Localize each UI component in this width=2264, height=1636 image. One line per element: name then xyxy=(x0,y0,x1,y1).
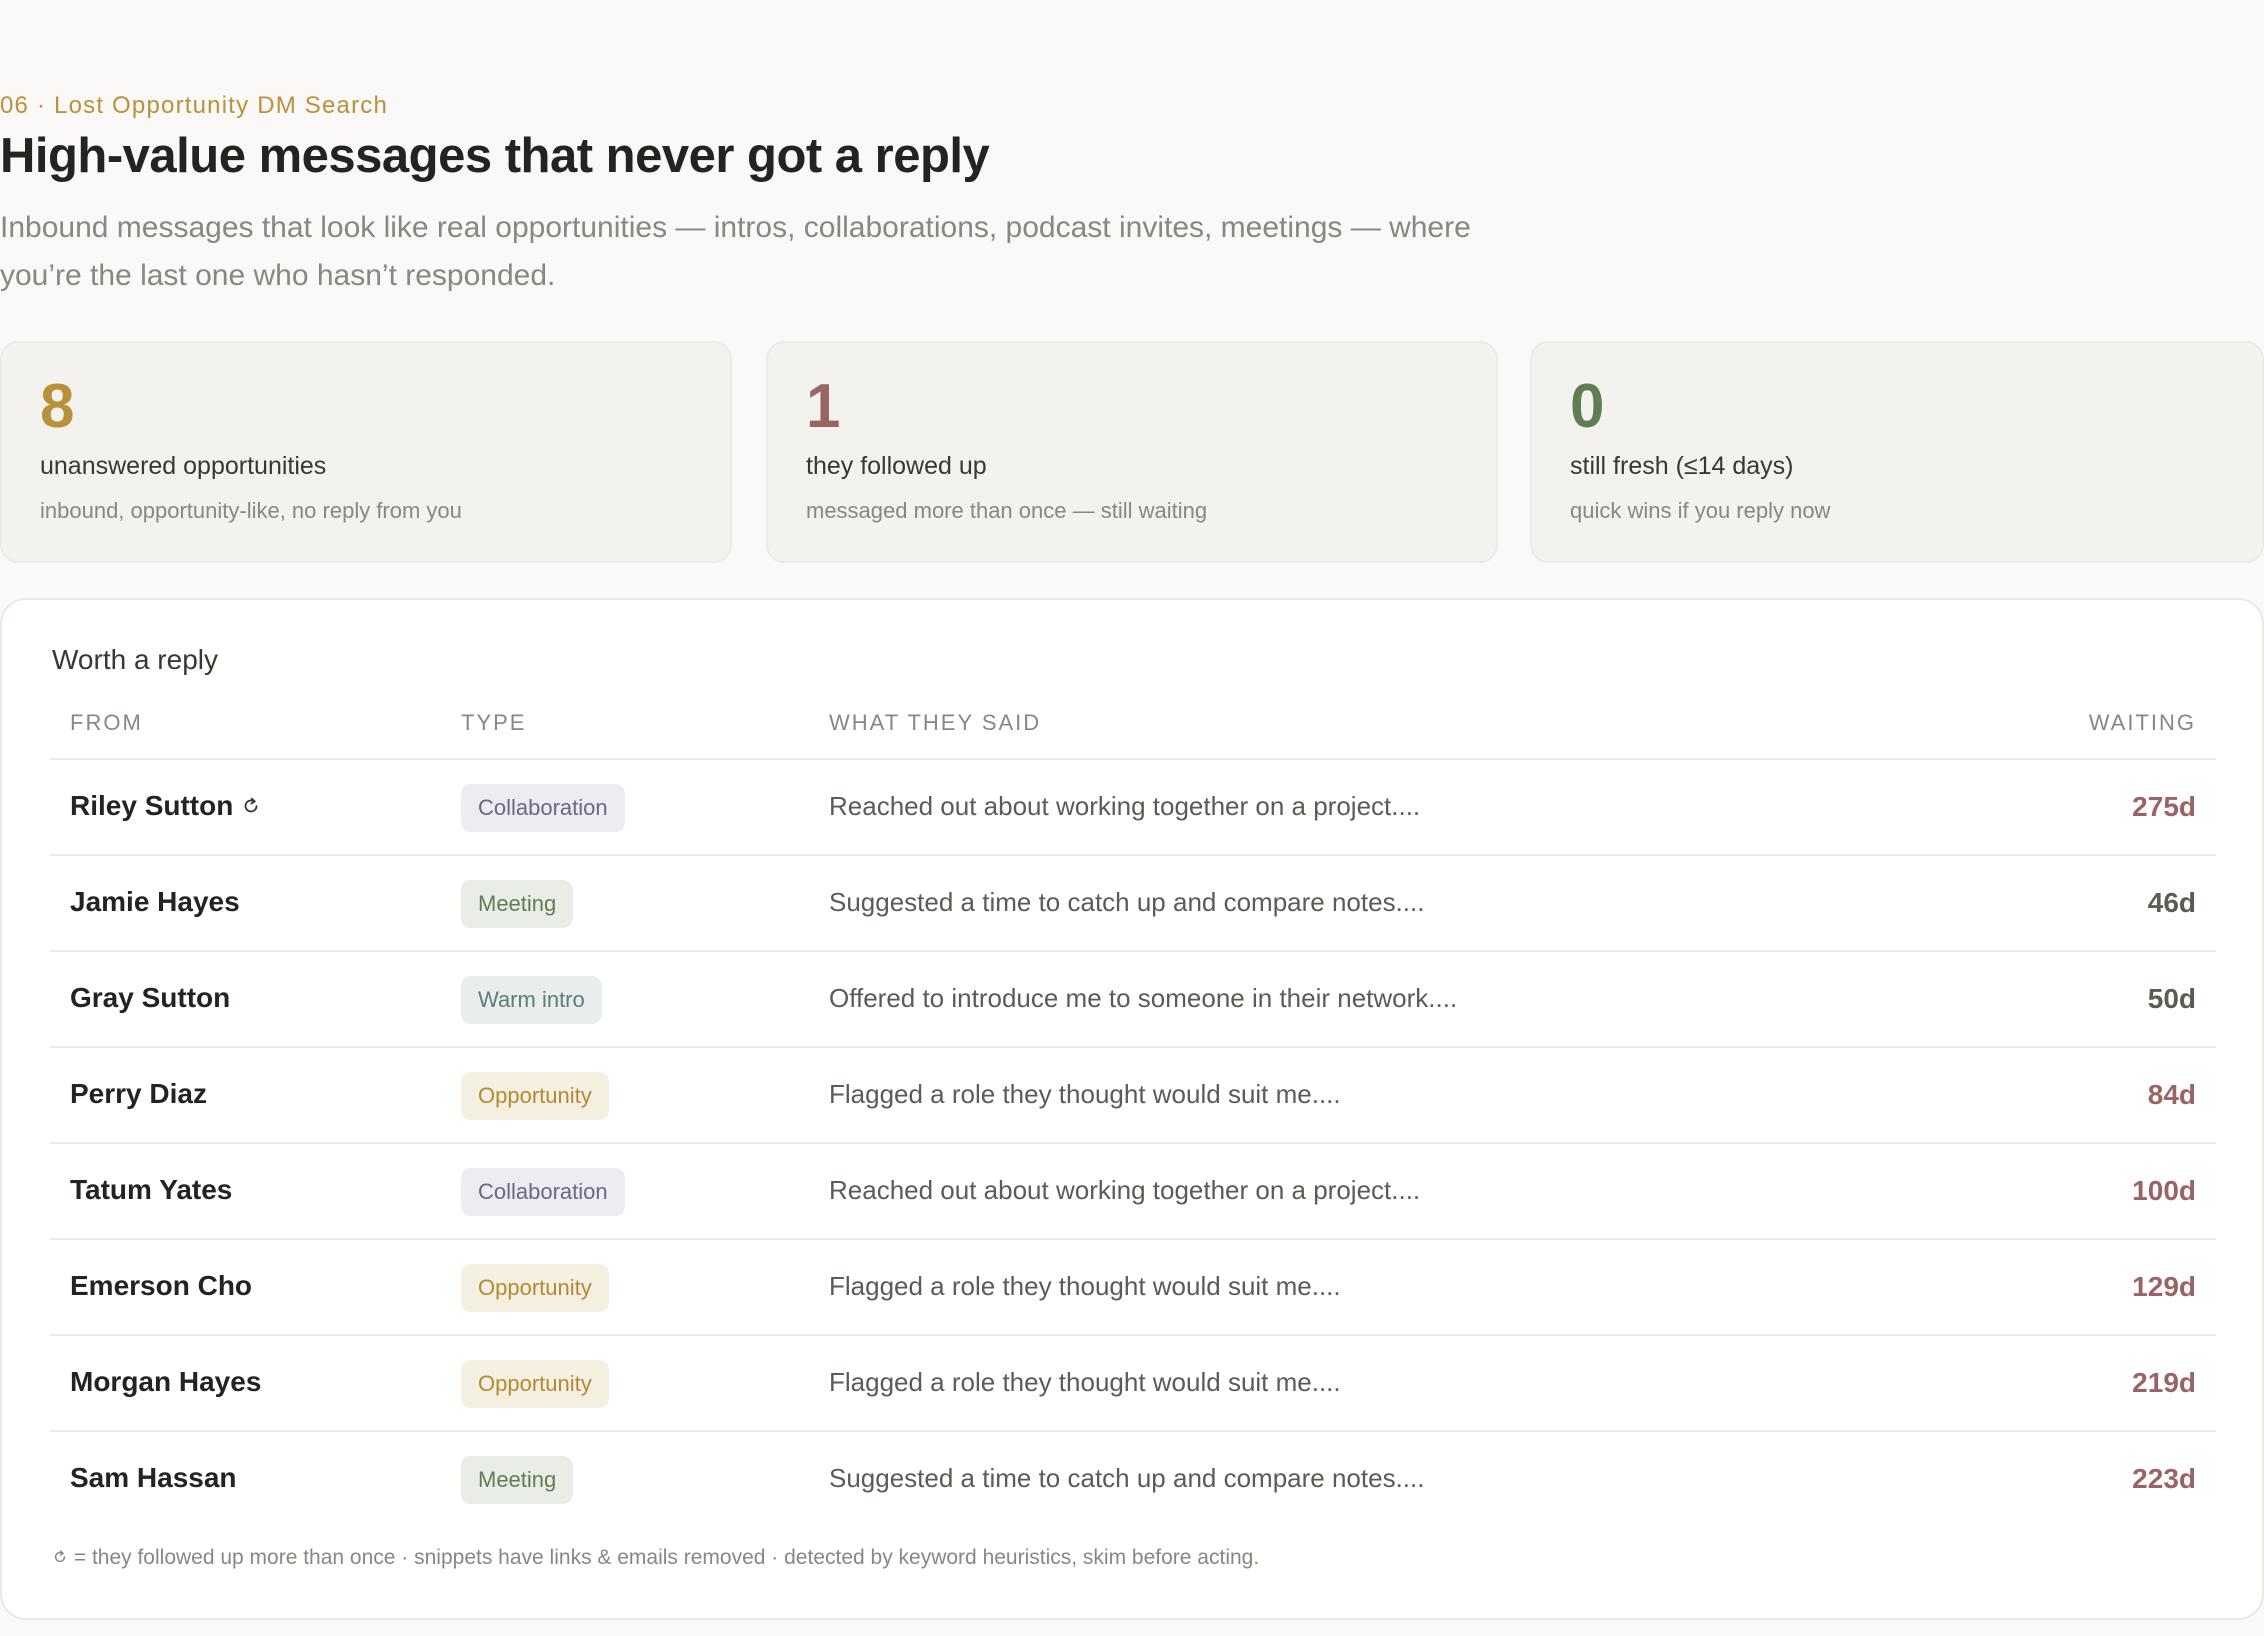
stat-label: they followed up xyxy=(806,452,987,480)
sender-name: Sam Hassan xyxy=(70,1462,237,1494)
sender-name-text: Riley Sutton xyxy=(70,790,234,821)
waiting-days: 100d xyxy=(2132,1175,2196,1206)
message-snippet: Reached out about working together on a … xyxy=(829,1175,1421,1205)
column-header-from[interactable]: FROM xyxy=(70,710,143,736)
sender-name-text: Morgan Hayes xyxy=(70,1366,262,1397)
sender-name: Tatum Yates xyxy=(70,1174,232,1206)
table-row[interactable]: Perry Diaz Opportunity Flagged a role they… xyxy=(50,1048,2216,1144)
stat-description: quick wins if you reply now xyxy=(1570,498,1831,523)
table-row[interactable]: Jamie Hayes Meeting Suggested a time to ca… xyxy=(50,856,2216,952)
type-badge: Collaboration xyxy=(461,784,625,832)
sender-name-text: Emerson Cho xyxy=(70,1270,253,1301)
page-subtitle: Inbound messages that look like real opp… xyxy=(0,211,1471,292)
table-row[interactable]: Tatum Yates Collaboration Reached out abou… xyxy=(50,1144,2216,1240)
sender-name-text: Tatum Yates xyxy=(70,1174,233,1205)
waiting-days: 129d xyxy=(2132,1271,2196,1302)
waiting-days: 50d xyxy=(2147,983,2196,1014)
sender-name: Jamie Hayes xyxy=(70,886,240,918)
waiting-days: 46d xyxy=(2147,887,2196,918)
sender-name-text: Perry Diaz xyxy=(70,1078,207,1109)
table-footnote: = they followed up more than once · snip… xyxy=(52,1546,1259,1570)
page-title: High-value messages that never got a rep… xyxy=(0,129,990,183)
sender-name-text: Jamie Hayes xyxy=(70,886,240,917)
type-badge: Meeting xyxy=(461,1456,574,1504)
sender-name: Morgan Hayes xyxy=(70,1366,261,1398)
waiting-days: 223d xyxy=(2132,1463,2196,1494)
panel-heading: Worth a reply xyxy=(52,644,218,675)
type-badge: Collaboration xyxy=(461,1168,625,1216)
waiting-days: 84d xyxy=(2147,1079,2196,1110)
stat-description: inbound, opportunity-like, no reply from… xyxy=(40,498,462,523)
waiting-days: 219d xyxy=(2132,1367,2196,1398)
type-badge: Opportunity xyxy=(461,1072,609,1120)
refresh-icon xyxy=(241,791,261,813)
message-snippet: Offered to introduce me to someone in th… xyxy=(829,983,1458,1013)
stat-label: still fresh (≤14 days) xyxy=(1570,452,1794,480)
sender-name: Emerson Cho xyxy=(70,1270,252,1302)
stat-value: 8 xyxy=(40,372,75,441)
table-row[interactable]: Emerson Cho Opportunity Flagged a role the… xyxy=(50,1240,2216,1336)
sender-name: Gray Sutton xyxy=(70,982,230,1014)
message-snippet: Reached out about working together on a … xyxy=(829,791,1421,821)
stat-card-followed-up: 1 they followed up messaged more than on… xyxy=(766,341,1498,563)
sender-name-text: Sam Hassan xyxy=(70,1462,237,1493)
table-row[interactable]: Morgan Hayes Opportunity Flagged a role th… xyxy=(50,1336,2216,1432)
footnote-text: = they followed up more than once · snip… xyxy=(73,1546,1260,1569)
sender-name: Perry Diaz xyxy=(70,1078,207,1110)
column-header-waiting[interactable]: WAITING xyxy=(2089,710,2196,736)
message-snippet: Flagged a role they thought would suit m… xyxy=(829,1367,1341,1397)
column-header-type[interactable]: TYPE xyxy=(461,710,526,736)
column-header-what-they-said[interactable]: WHAT THEY SAID xyxy=(829,710,1041,736)
stat-card-unanswered: 8 unanswered opportunities inbound, oppo… xyxy=(0,341,732,563)
type-badge: Meeting xyxy=(461,880,574,928)
stat-description: messaged more than once — still waiting xyxy=(806,498,1208,523)
message-snippet: Suggested a time to catch up and compare… xyxy=(829,887,1425,917)
stat-value: 0 xyxy=(1570,372,1605,441)
message-snippet: Suggested a time to catch up and compare… xyxy=(829,1463,1425,1493)
section-eyebrow: 06 · Lost Opportunity DM Search xyxy=(0,92,389,119)
stat-card-still-fresh: 0 still fresh (≤14 days) quick wins if y… xyxy=(1530,341,2264,563)
type-badge: Warm intro xyxy=(461,976,602,1024)
table-header: FROM TYPE WHAT THEY SAID WAITING xyxy=(50,706,2216,760)
type-badge: Opportunity xyxy=(461,1360,609,1408)
sender-name-text: Gray Sutton xyxy=(70,982,231,1013)
message-snippet: Flagged a role they thought would suit m… xyxy=(829,1271,1341,1301)
stat-label: unanswered opportunities xyxy=(40,452,327,480)
waiting-days: 275d xyxy=(2132,791,2196,822)
worth-a-reply-panel: Worth a reply FROM TYPE WHAT THEY SAID W… xyxy=(0,598,2264,1620)
stat-value: 1 xyxy=(806,372,841,441)
table-row[interactable]: Sam Hassan Meeting Suggested a time to cat… xyxy=(50,1432,2216,1526)
type-badge: Opportunity xyxy=(461,1264,609,1312)
table-row[interactable]: Gray Sutton Warm intro Offered to introduc… xyxy=(50,952,2216,1048)
table-row[interactable]: Riley Sutton Collaboration Reached out abo… xyxy=(50,760,2216,856)
refresh-icon xyxy=(54,1550,66,1563)
sender-name: Riley Sutton xyxy=(70,790,261,822)
message-snippet: Flagged a role they thought would suit m… xyxy=(829,1079,1341,1109)
